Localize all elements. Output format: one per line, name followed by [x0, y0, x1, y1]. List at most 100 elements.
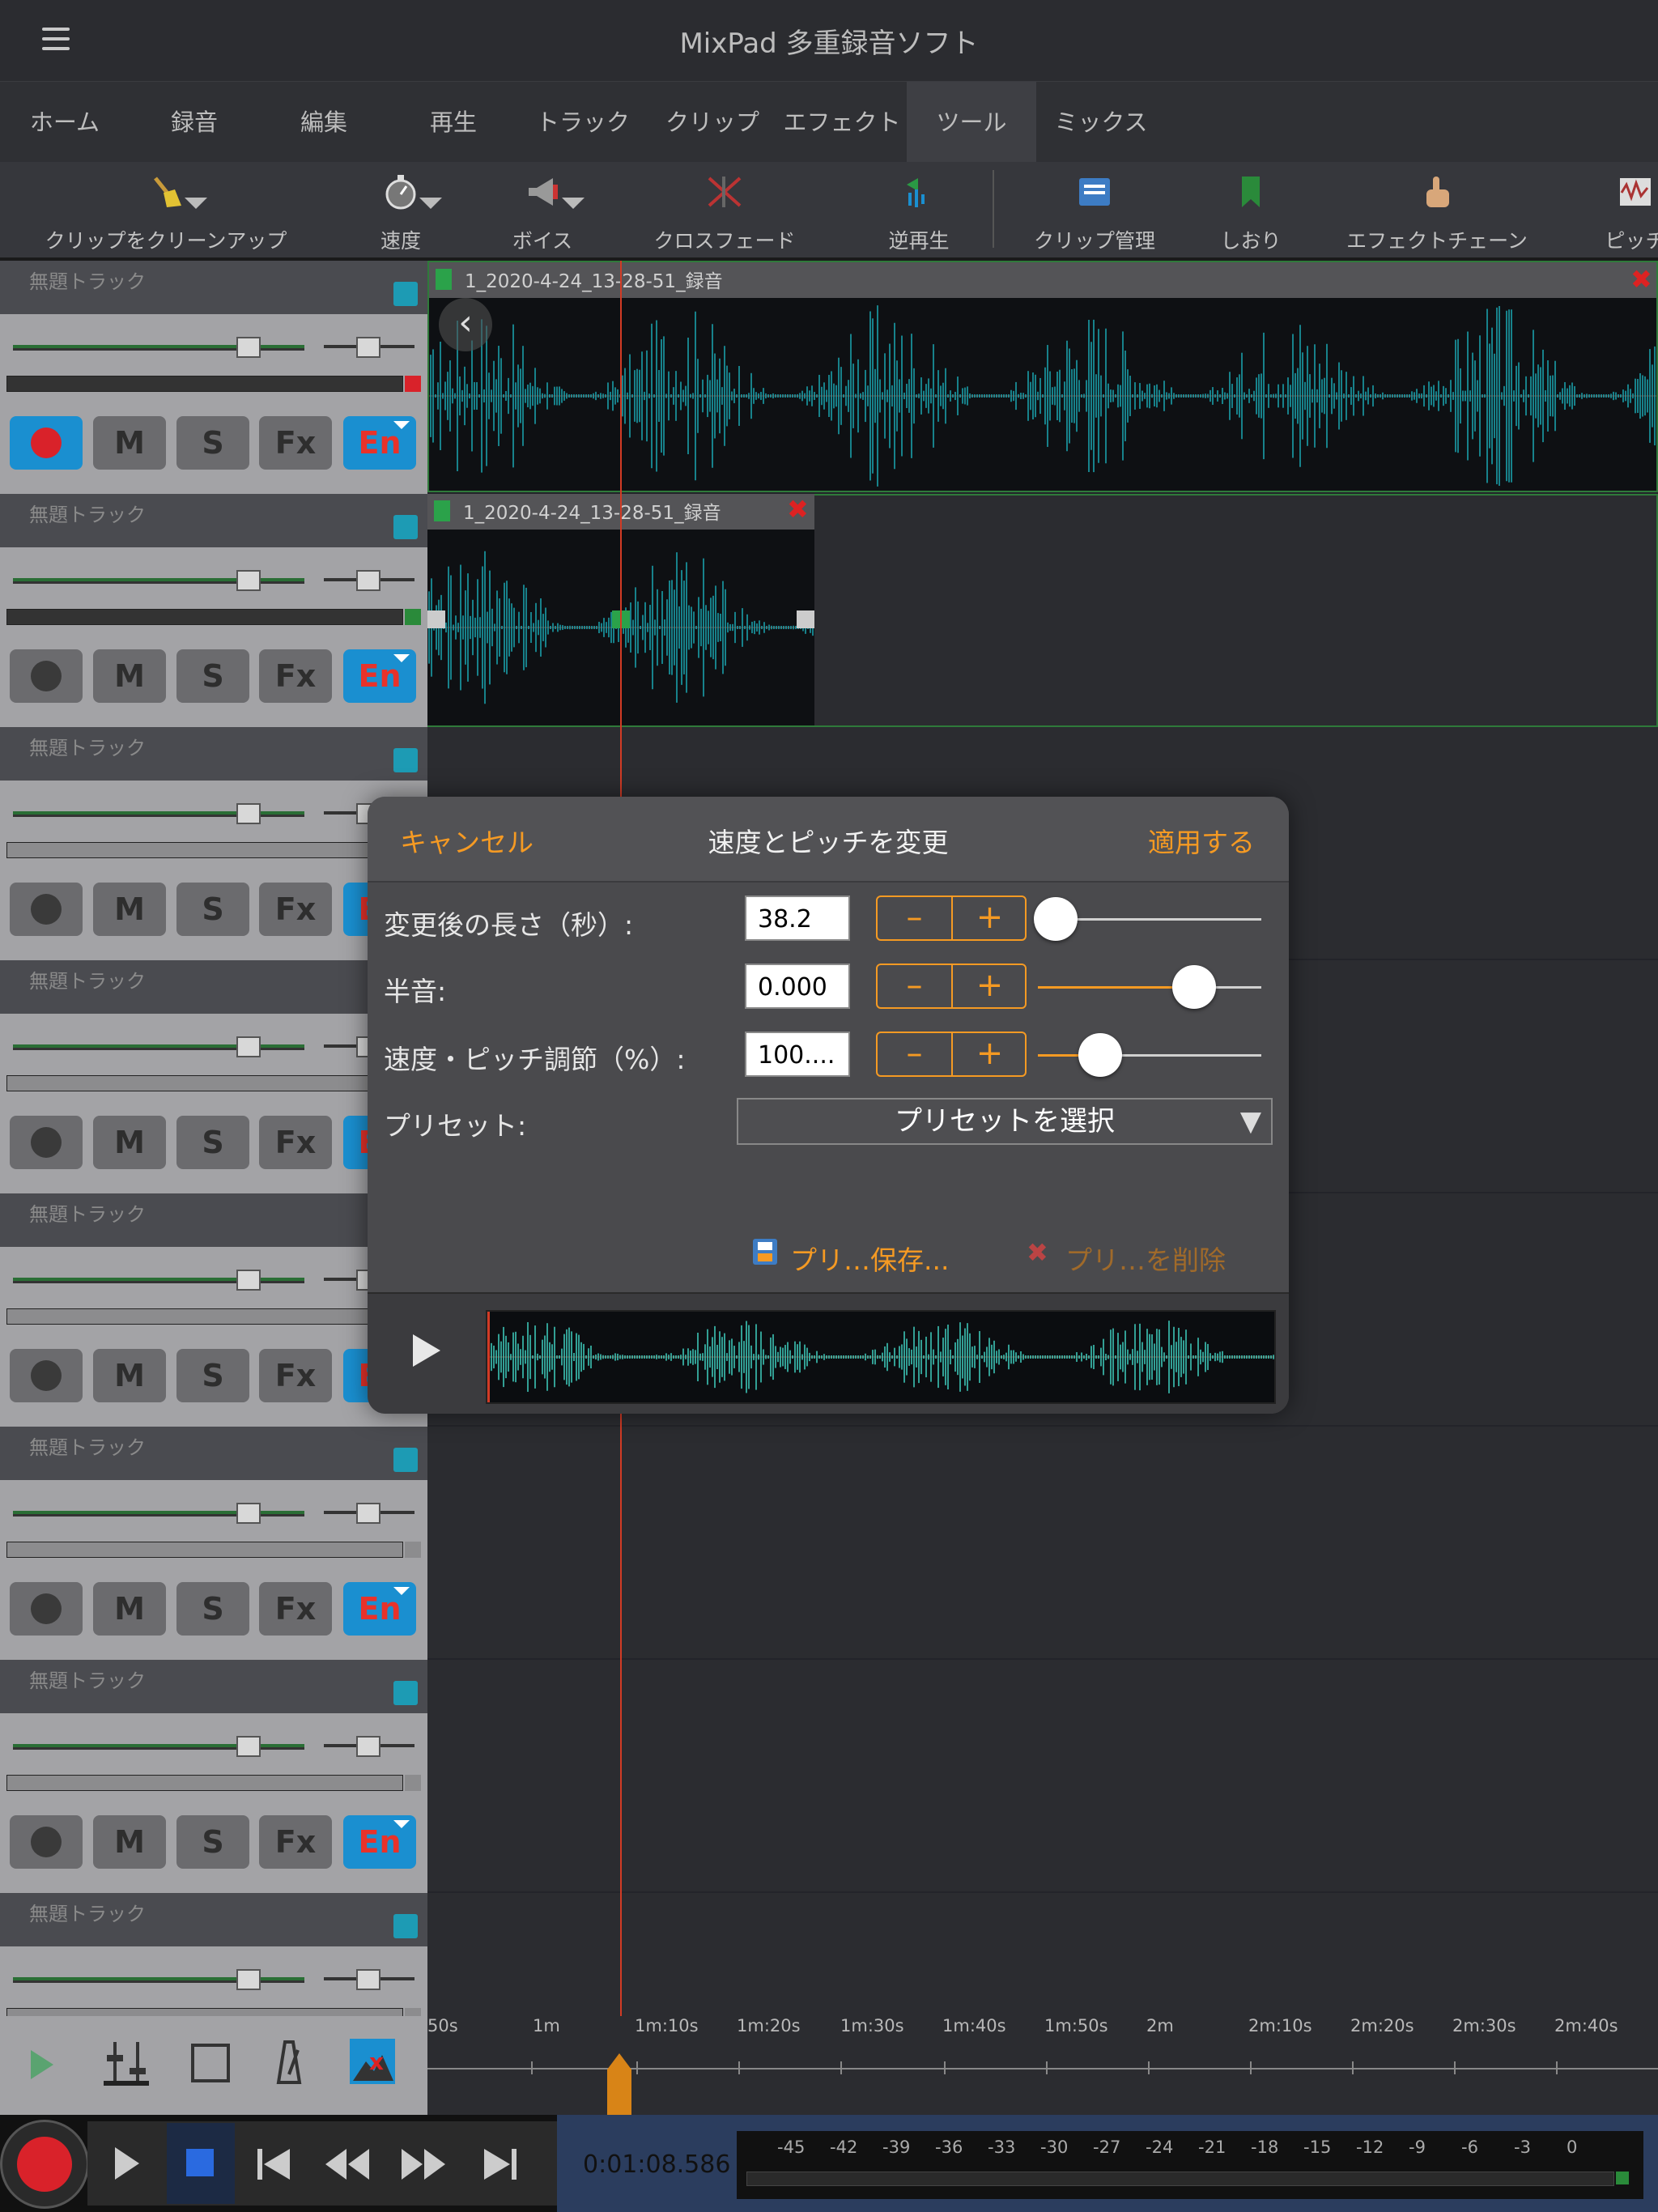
track-lane-7[interactable] — [427, 1660, 1658, 1893]
apply-button[interactable]: 適用する — [1148, 821, 1255, 860]
semitone-slider[interactable] — [1172, 965, 1217, 1009]
track-header[interactable]: 無題トラック — [0, 1193, 427, 1247]
solo-button[interactable]: S — [176, 1349, 249, 1402]
time-ruler[interactable]: 50s 1m 1m:10s 1m:20s 1m:30s 1m:40s 1m:50s 2m 2m:… — [427, 2016, 1658, 2115]
speed-button[interactable]: 速度 — [340, 162, 461, 257]
mute-button[interactable]: M — [93, 1815, 166, 1869]
volume-slider[interactable] — [236, 1503, 261, 1524]
record-arm-button[interactable] — [10, 883, 83, 936]
solo-button[interactable]: S — [176, 1116, 249, 1169]
stop-button[interactable] — [167, 2123, 235, 2204]
tab-edit[interactable]: 編集 — [259, 82, 389, 163]
cleanup-clip-button[interactable]: クリップをクリーンアップ — [32, 162, 300, 257]
preview-waveform-box[interactable] — [486, 1310, 1276, 1404]
pan-slider[interactable] — [356, 570, 380, 591]
delete-preset-button[interactable]: プリ…を削除 — [1065, 1239, 1226, 1278]
track-color-icon[interactable] — [393, 515, 418, 539]
track-color-icon[interactable] — [393, 1448, 418, 1472]
fast-forward-icon[interactable] — [400, 2147, 449, 2181]
pan-slider[interactable] — [356, 1969, 380, 1990]
mute-button[interactable]: M — [93, 883, 166, 936]
record-arm-button[interactable] — [10, 1815, 83, 1869]
track-lane-2[interactable]: 1_2020-4-24_13-28-51_録音 ✖ — [427, 494, 1658, 727]
rate-input[interactable]: 100.... — [745, 1032, 850, 1077]
clip-1-close-icon[interactable]: ✖ — [1630, 266, 1655, 292]
record-arm-button[interactable] — [10, 649, 83, 703]
fx-button[interactable]: Fx — [259, 416, 332, 470]
track-color-icon[interactable] — [393, 1681, 418, 1705]
track-header[interactable]: 無題トラック — [0, 1893, 427, 1946]
rate-minus-button[interactable]: – — [878, 1033, 951, 1075]
record-arm-button[interactable] — [10, 1349, 83, 1402]
tab-home[interactable]: ホーム — [0, 82, 130, 163]
record-arm-button[interactable] — [10, 1582, 83, 1636]
unlock-icon[interactable] — [434, 500, 450, 521]
solo-button[interactable]: S — [176, 883, 249, 936]
track-header[interactable]: 無題トラック — [0, 494, 427, 547]
tab-play[interactable]: 再生 — [389, 82, 518, 163]
preview-play-icon[interactable] — [408, 1329, 444, 1372]
collapse-panel-icon[interactable]: ‹ — [439, 298, 492, 351]
volume-slider[interactable] — [236, 1036, 261, 1057]
save-preset-button[interactable]: プリ…保存... — [790, 1239, 949, 1278]
record-button[interactable] — [0, 2120, 89, 2209]
mute-button[interactable]: M — [93, 416, 166, 470]
audio-clip-1[interactable]: 1_2020-4-24_13-28-51_録音 ✖ — [427, 261, 1658, 492]
snap-grid-icon[interactable]: x — [348, 2037, 397, 2086]
skip-to-start-icon[interactable] — [254, 2147, 293, 2181]
track-header[interactable]: 無題トラック — [0, 1660, 427, 1713]
playhead-marker-icon[interactable] — [607, 2053, 631, 2115]
fx-button[interactable]: Fx — [259, 883, 332, 936]
mixer-icon[interactable] — [104, 2039, 149, 2087]
volume-slider[interactable] — [236, 337, 261, 358]
tab-record[interactable]: 録音 — [130, 82, 259, 163]
clip-manager-button[interactable]: クリップ管理 — [1022, 162, 1167, 257]
length-slider[interactable] — [1034, 897, 1078, 941]
tab-mix[interactable]: ミックス — [1036, 82, 1166, 163]
tab-clip[interactable]: クリップ — [648, 82, 777, 163]
fx-button[interactable]: Fx — [259, 1815, 332, 1869]
pan-slider[interactable] — [356, 1503, 380, 1524]
metronome-icon[interactable] — [270, 2039, 308, 2084]
mute-button[interactable]: M — [93, 1582, 166, 1636]
mute-button[interactable]: M — [93, 1116, 166, 1169]
track-header[interactable]: 無題トラック — [0, 1427, 427, 1480]
voice-button[interactable]: ボイス — [486, 162, 599, 257]
preset-select[interactable]: プリセットを選択 ▼ — [737, 1098, 1273, 1145]
play-track-icon[interactable] — [24, 2047, 57, 2082]
clip-2-left-handle[interactable] — [427, 610, 445, 628]
volume-slider[interactable] — [236, 1736, 261, 1757]
loop-region-icon[interactable] — [191, 2044, 230, 2082]
volume-slider[interactable] — [236, 1270, 261, 1291]
fx-button[interactable]: Fx — [259, 649, 332, 703]
solo-button[interactable]: S — [176, 416, 249, 470]
play-icon[interactable] — [110, 2144, 142, 2183]
clip-2-close-icon[interactable]: ✖ — [787, 496, 811, 522]
envelope-button[interactable]: En — [343, 1582, 416, 1636]
envelope-button[interactable]: En — [343, 1815, 416, 1869]
pitch-button[interactable]: ピッチ — [1579, 162, 1658, 257]
record-arm-button[interactable] — [10, 416, 83, 470]
tab-track[interactable]: トラック — [518, 82, 648, 163]
envelope-button[interactable]: En — [343, 416, 416, 470]
pan-slider[interactable] — [356, 1736, 380, 1757]
rate-plus-button[interactable]: + — [953, 1033, 1027, 1075]
crossfade-button[interactable]: クロスフェード — [640, 162, 810, 257]
semitone-plus-button[interactable]: + — [953, 965, 1027, 1007]
skip-to-end-icon[interactable] — [481, 2147, 520, 2181]
pan-slider[interactable] — [356, 337, 380, 358]
solo-button[interactable]: S — [176, 1582, 249, 1636]
bookmark-button[interactable]: しおり — [1198, 162, 1303, 257]
mute-button[interactable]: M — [93, 1349, 166, 1402]
length-minus-button[interactable]: – — [878, 897, 951, 939]
rewind-icon[interactable] — [324, 2147, 372, 2181]
track-header[interactable]: 無題トラック — [0, 261, 427, 314]
semitone-input[interactable]: 0.000 — [745, 963, 850, 1009]
record-arm-button[interactable] — [10, 1116, 83, 1169]
fx-button[interactable]: Fx — [259, 1582, 332, 1636]
effect-chain-button[interactable]: エフェクトチェーン — [1336, 162, 1538, 257]
fx-button[interactable]: Fx — [259, 1116, 332, 1169]
track-header[interactable]: 無題トラック — [0, 727, 427, 781]
track-color-icon[interactable] — [393, 282, 418, 306]
clip-2-right-handle[interactable] — [797, 610, 814, 628]
